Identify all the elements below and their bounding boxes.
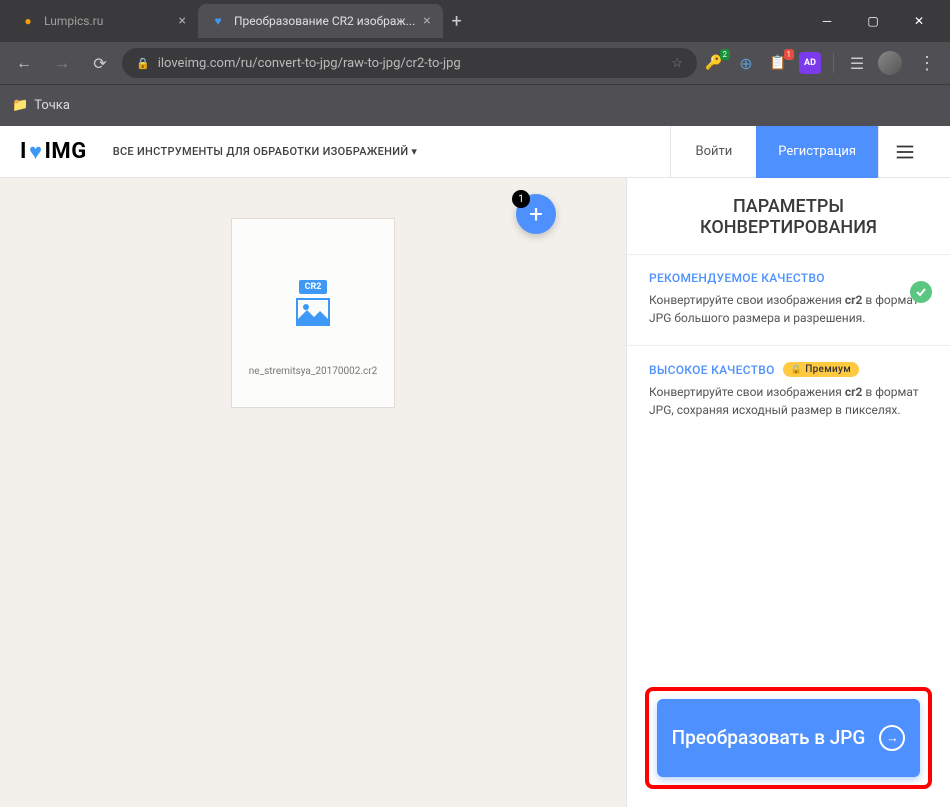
lock-icon: 🔒 (791, 365, 803, 375)
image-icon (296, 298, 330, 326)
file-icon: CR2 (296, 280, 330, 326)
tab-lumpics[interactable]: ● Lumpics.ru × (8, 4, 198, 38)
back-button[interactable]: ← (8, 47, 40, 79)
check-icon (910, 281, 932, 303)
logo-left: I (20, 139, 27, 164)
tab-title: Lumpics.ru (44, 14, 103, 28)
reload-button[interactable]: ⟳ (84, 47, 116, 79)
premium-badge: 🔒 Премиум (783, 362, 859, 377)
new-tab-button[interactable]: + (443, 7, 471, 35)
minimize-button[interactable]: ─ (804, 5, 850, 37)
bookmark-label: Точка (34, 98, 70, 113)
highlight-annotation: Преобразовать в JPG → (645, 687, 932, 789)
quality-title: РЕКОМЕНДУЕМОЕ КАЧЕСТВО (649, 271, 928, 285)
folder-icon: 📁 (12, 98, 28, 113)
workspace[interactable]: CR2 ne_stremitsya_20170002.cr2 1 + (0, 178, 626, 807)
url-text: iloveimg.com/ru/convert-to-jpg/raw-to-jp… (158, 56, 461, 71)
login-button[interactable]: Войти (670, 126, 756, 178)
close-icon[interactable]: × (423, 13, 430, 29)
quality-desc: Конвертируйте свои изображения cr2 в фор… (649, 291, 928, 327)
forward-button[interactable]: → (46, 47, 78, 79)
reading-list-icon[interactable]: ☰ (846, 52, 868, 74)
arrow-right-icon: → (879, 725, 905, 751)
star-icon[interactable]: ☆ (671, 56, 683, 71)
sidebar: ПАРАМЕТРЫ КОНВЕРТИРОВАНИЯ РЕКОМЕНДУЕМОЕ … (626, 178, 950, 807)
lock-icon: 🔒 (136, 57, 150, 70)
file-name: ne_stremitsya_20170002.cr2 (249, 366, 377, 377)
all-tools-dropdown[interactable]: ВСЕ ИНСТРУМЕНТЫ ДЛЯ ОБРАБОТКИ ИЗОБРАЖЕНИ… (113, 145, 418, 158)
favicon-lumpics: ● (20, 13, 36, 29)
convert-button[interactable]: Преобразовать в JPG → (657, 699, 920, 777)
tab-iloveimg[interactable]: ♥ Преобразование CR2 изображ... × (198, 4, 443, 38)
browser-menu-button[interactable]: ⋮ (912, 53, 942, 74)
file-count-badge: 1 (512, 190, 530, 208)
bookmark-folder[interactable]: 📁 Точка (12, 98, 70, 113)
quality-high[interactable]: ВЫСОКОЕ КАЧЕСТВО 🔒 Премиум Конвертируйте… (627, 345, 950, 437)
extension-icon[interactable]: ⊕ (735, 52, 757, 74)
file-card[interactable]: CR2 ne_stremitsya_20170002.cr2 (231, 218, 395, 408)
plus-icon: + (529, 200, 543, 228)
profile-avatar[interactable] (878, 51, 902, 75)
heart-icon: ♥ (29, 139, 43, 165)
quality-desc: Конвертируйте свои изображения cr2 в фор… (649, 383, 928, 419)
hamburger-icon (894, 141, 916, 163)
close-icon[interactable]: × (179, 13, 186, 29)
logo[interactable]: I ♥ IMG (20, 139, 87, 165)
tab-bar: ● Lumpics.ru × ♥ Преобразование CR2 изоб… (0, 0, 950, 42)
extension-icon[interactable]: 🔑 2 (703, 52, 725, 74)
logo-right: IMG (45, 139, 87, 164)
file-format-badge: CR2 (299, 280, 328, 294)
maximize-button[interactable]: ▢ (850, 5, 896, 37)
quality-title: ВЫСОКОЕ КАЧЕСТВО 🔒 Премиум (649, 362, 928, 377)
add-file-button[interactable]: 1 + (516, 194, 556, 234)
url-field[interactable]: 🔒 iloveimg.com/ru/convert-to-jpg/raw-to-… (122, 48, 697, 78)
convert-label: Преобразовать в JPG (672, 726, 866, 751)
register-button[interactable]: Регистрация (756, 126, 878, 178)
tab-title: Преобразование CR2 изображ... (234, 14, 415, 28)
favicon-iloveimg: ♥ (210, 13, 226, 29)
extension-icon[interactable]: 📋 1 (767, 52, 789, 74)
sidebar-title: ПАРАМЕТРЫ КОНВЕРТИРОВАНИЯ (627, 178, 950, 254)
divider (833, 53, 834, 73)
quality-recommended[interactable]: РЕКОМЕНДУЕМОЕ КАЧЕСТВО Конвертируйте сво… (627, 254, 950, 345)
menu-button[interactable] (878, 126, 930, 178)
extension-icon[interactable]: AD (799, 52, 821, 74)
close-window-button[interactable]: ✕ (896, 5, 942, 37)
